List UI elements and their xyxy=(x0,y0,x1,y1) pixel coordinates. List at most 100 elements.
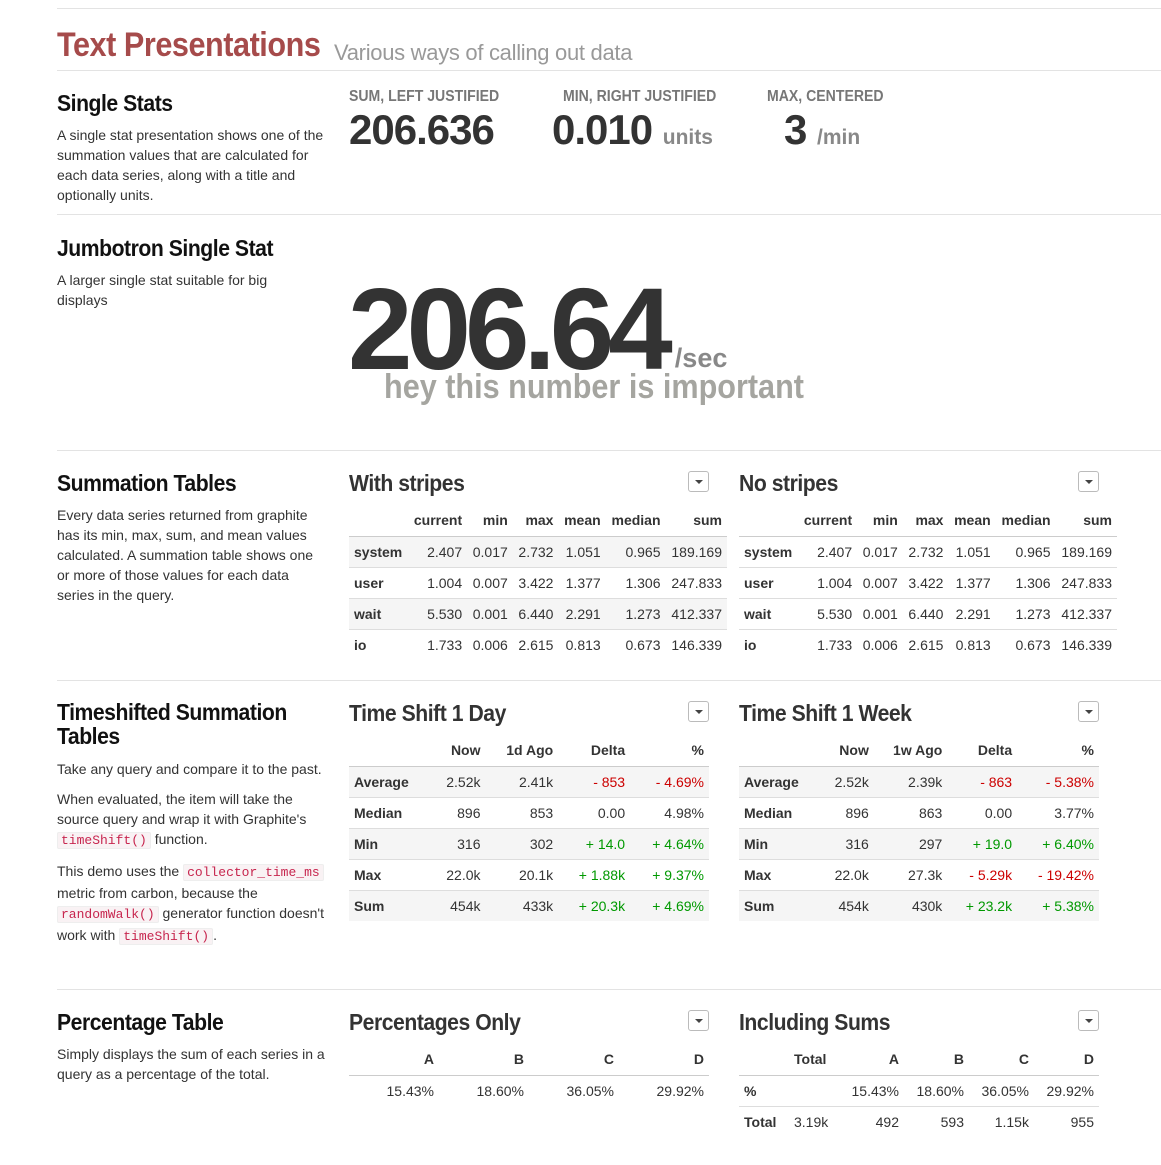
divider xyxy=(57,680,1161,681)
table-cell: 247.833 xyxy=(665,566,727,598)
table-cell: 5.530 xyxy=(798,597,858,629)
jumbotron-caption: hey this number is important xyxy=(384,368,804,406)
table-cell: 2.41k xyxy=(485,765,559,797)
table-cell: 0.007 xyxy=(467,566,513,598)
table-cell: - 853 xyxy=(558,765,631,797)
table-cell: 22.0k xyxy=(819,858,874,890)
table-cell: 18.60% xyxy=(439,1074,529,1106)
row-label: Min xyxy=(349,827,429,859)
table-cell: 412.337 xyxy=(665,597,727,629)
table-cell: + 19.0 xyxy=(947,827,1018,859)
table-cell: 1.306 xyxy=(995,566,1056,598)
top-divider xyxy=(57,8,1161,9)
panel-with-stripes: With stripes xyxy=(349,470,474,497)
table-cell: 297 xyxy=(873,827,948,859)
table-row: Average 2.52k 2.41k - 853- 4.69% xyxy=(349,765,709,797)
page-header: Text Presentations Various ways of calli… xyxy=(57,26,632,65)
row-label: Sum xyxy=(739,889,819,921)
stat-units: units xyxy=(662,126,713,149)
table-cell: 2.615 xyxy=(512,628,559,660)
table-cell: 1.273 xyxy=(995,597,1056,629)
divider xyxy=(57,989,1161,990)
row-label: Sum xyxy=(349,889,429,921)
table-row: Median 896 853 0.00 4.98% xyxy=(349,796,709,828)
table-cell: 2.407 xyxy=(798,535,858,567)
table-cell: + 1.88k xyxy=(558,858,631,890)
table-cell: 2.615 xyxy=(902,628,949,660)
stat-sum: SUM, LEFT JUSTIFIED 206.636 xyxy=(349,88,520,154)
table-cell: + 23.2k xyxy=(947,889,1018,921)
table-cell: 29.92% xyxy=(1033,1074,1099,1106)
panel-menu-dropdown[interactable] xyxy=(688,1010,709,1031)
desc-text: This demo uses the xyxy=(57,863,184,879)
section-title-jumbotron: Jumbotron Single Stat xyxy=(57,235,274,261)
table-cell: 0.001 xyxy=(467,597,513,629)
table-cell: 492 xyxy=(839,1105,904,1137)
panel-percentages-only: Percentages Only xyxy=(349,1009,535,1036)
table-cell: 22.0k xyxy=(429,858,486,890)
table-cell: 189.169 xyxy=(1055,535,1117,567)
column-header xyxy=(739,735,819,767)
row-label: io xyxy=(349,628,409,660)
row-label: % xyxy=(739,1074,789,1106)
panel-menu-dropdown[interactable] xyxy=(1078,701,1099,722)
section-title-percentage: Percentage Table xyxy=(57,1009,224,1035)
table-cell: 1.377 xyxy=(558,566,606,598)
table-cell: 15.43% xyxy=(349,1074,439,1106)
table-cell: 1.15k xyxy=(968,1105,1034,1137)
code-snippet: collector_time_ms xyxy=(183,864,324,881)
panel-menu-dropdown[interactable] xyxy=(1078,471,1099,492)
column-header: min xyxy=(467,505,513,537)
table-cell: 0.007 xyxy=(857,566,903,598)
column-header: C xyxy=(968,1044,1034,1076)
summation-table-striped: current min max mean median sum system 2.… xyxy=(349,505,727,660)
table-cell: + 6.40% xyxy=(1017,827,1099,859)
table-row: system 2.407 0.017 2.732 1.051 0.965 189.169 xyxy=(349,535,727,567)
column-header: C xyxy=(529,1044,619,1076)
column-header: Total xyxy=(789,1044,840,1076)
panel-title: Including Sums xyxy=(739,1009,891,1035)
table-cell: 1.733 xyxy=(408,628,468,660)
panel-title: Time Shift 1 Day xyxy=(349,700,506,726)
section-desc-single-stats: A single stat presentation shows one of … xyxy=(57,127,324,203)
table-cell: 454k xyxy=(429,889,486,921)
column-header: sum xyxy=(1055,505,1117,537)
table-cell: 3.77% xyxy=(1017,796,1099,828)
table-cell: 0.017 xyxy=(857,535,903,567)
column-header: B xyxy=(904,1044,969,1076)
panel-no-stripes: No stripes xyxy=(739,470,846,497)
table-row: Max 22.0k 27.3k - 5.29k - 19.42% xyxy=(739,858,1099,890)
row-label: system xyxy=(739,535,799,567)
table-header-row: A B C D xyxy=(349,1044,709,1076)
row-label: Median xyxy=(349,796,429,828)
table-cell: - 863 xyxy=(947,765,1018,797)
panel-menu-dropdown[interactable] xyxy=(688,701,709,722)
column-header: mean xyxy=(948,505,996,537)
table-cell: 3.19k xyxy=(789,1105,840,1137)
summation-table-plain: current min max mean median sum system 2.… xyxy=(739,505,1117,660)
divider xyxy=(57,214,1161,215)
table-cell: 29.92% xyxy=(619,1074,709,1106)
table-cell: + 5.38% xyxy=(1017,889,1099,921)
column-header: % xyxy=(1017,735,1099,767)
column-header: max xyxy=(902,505,949,537)
stat-number: 206.636 xyxy=(349,106,495,153)
table-cell: 247.833 xyxy=(1055,566,1117,598)
row-label: wait xyxy=(349,597,409,629)
table-cell: 302 xyxy=(485,827,559,859)
table-cell: 146.339 xyxy=(1055,628,1117,660)
panel-title: No stripes xyxy=(739,470,838,496)
table-row: Min 316 302 + 14.0 + 4.64% xyxy=(349,827,709,859)
table-cell: 433k xyxy=(485,889,559,921)
table-cell: 6.440 xyxy=(902,597,949,629)
column-header: min xyxy=(857,505,903,537)
table-cell: - 19.42% xyxy=(1017,858,1099,890)
row-label: Max xyxy=(349,858,429,890)
table-cell xyxy=(789,1074,840,1106)
panel-menu-dropdown[interactable] xyxy=(1078,1010,1099,1031)
table-cell: 2.52k xyxy=(429,765,486,797)
panel-menu-dropdown[interactable] xyxy=(688,471,709,492)
column-header: A xyxy=(349,1044,439,1076)
stat-units: /min xyxy=(817,126,861,149)
table-header-row: Total A B C D xyxy=(739,1044,1099,1076)
